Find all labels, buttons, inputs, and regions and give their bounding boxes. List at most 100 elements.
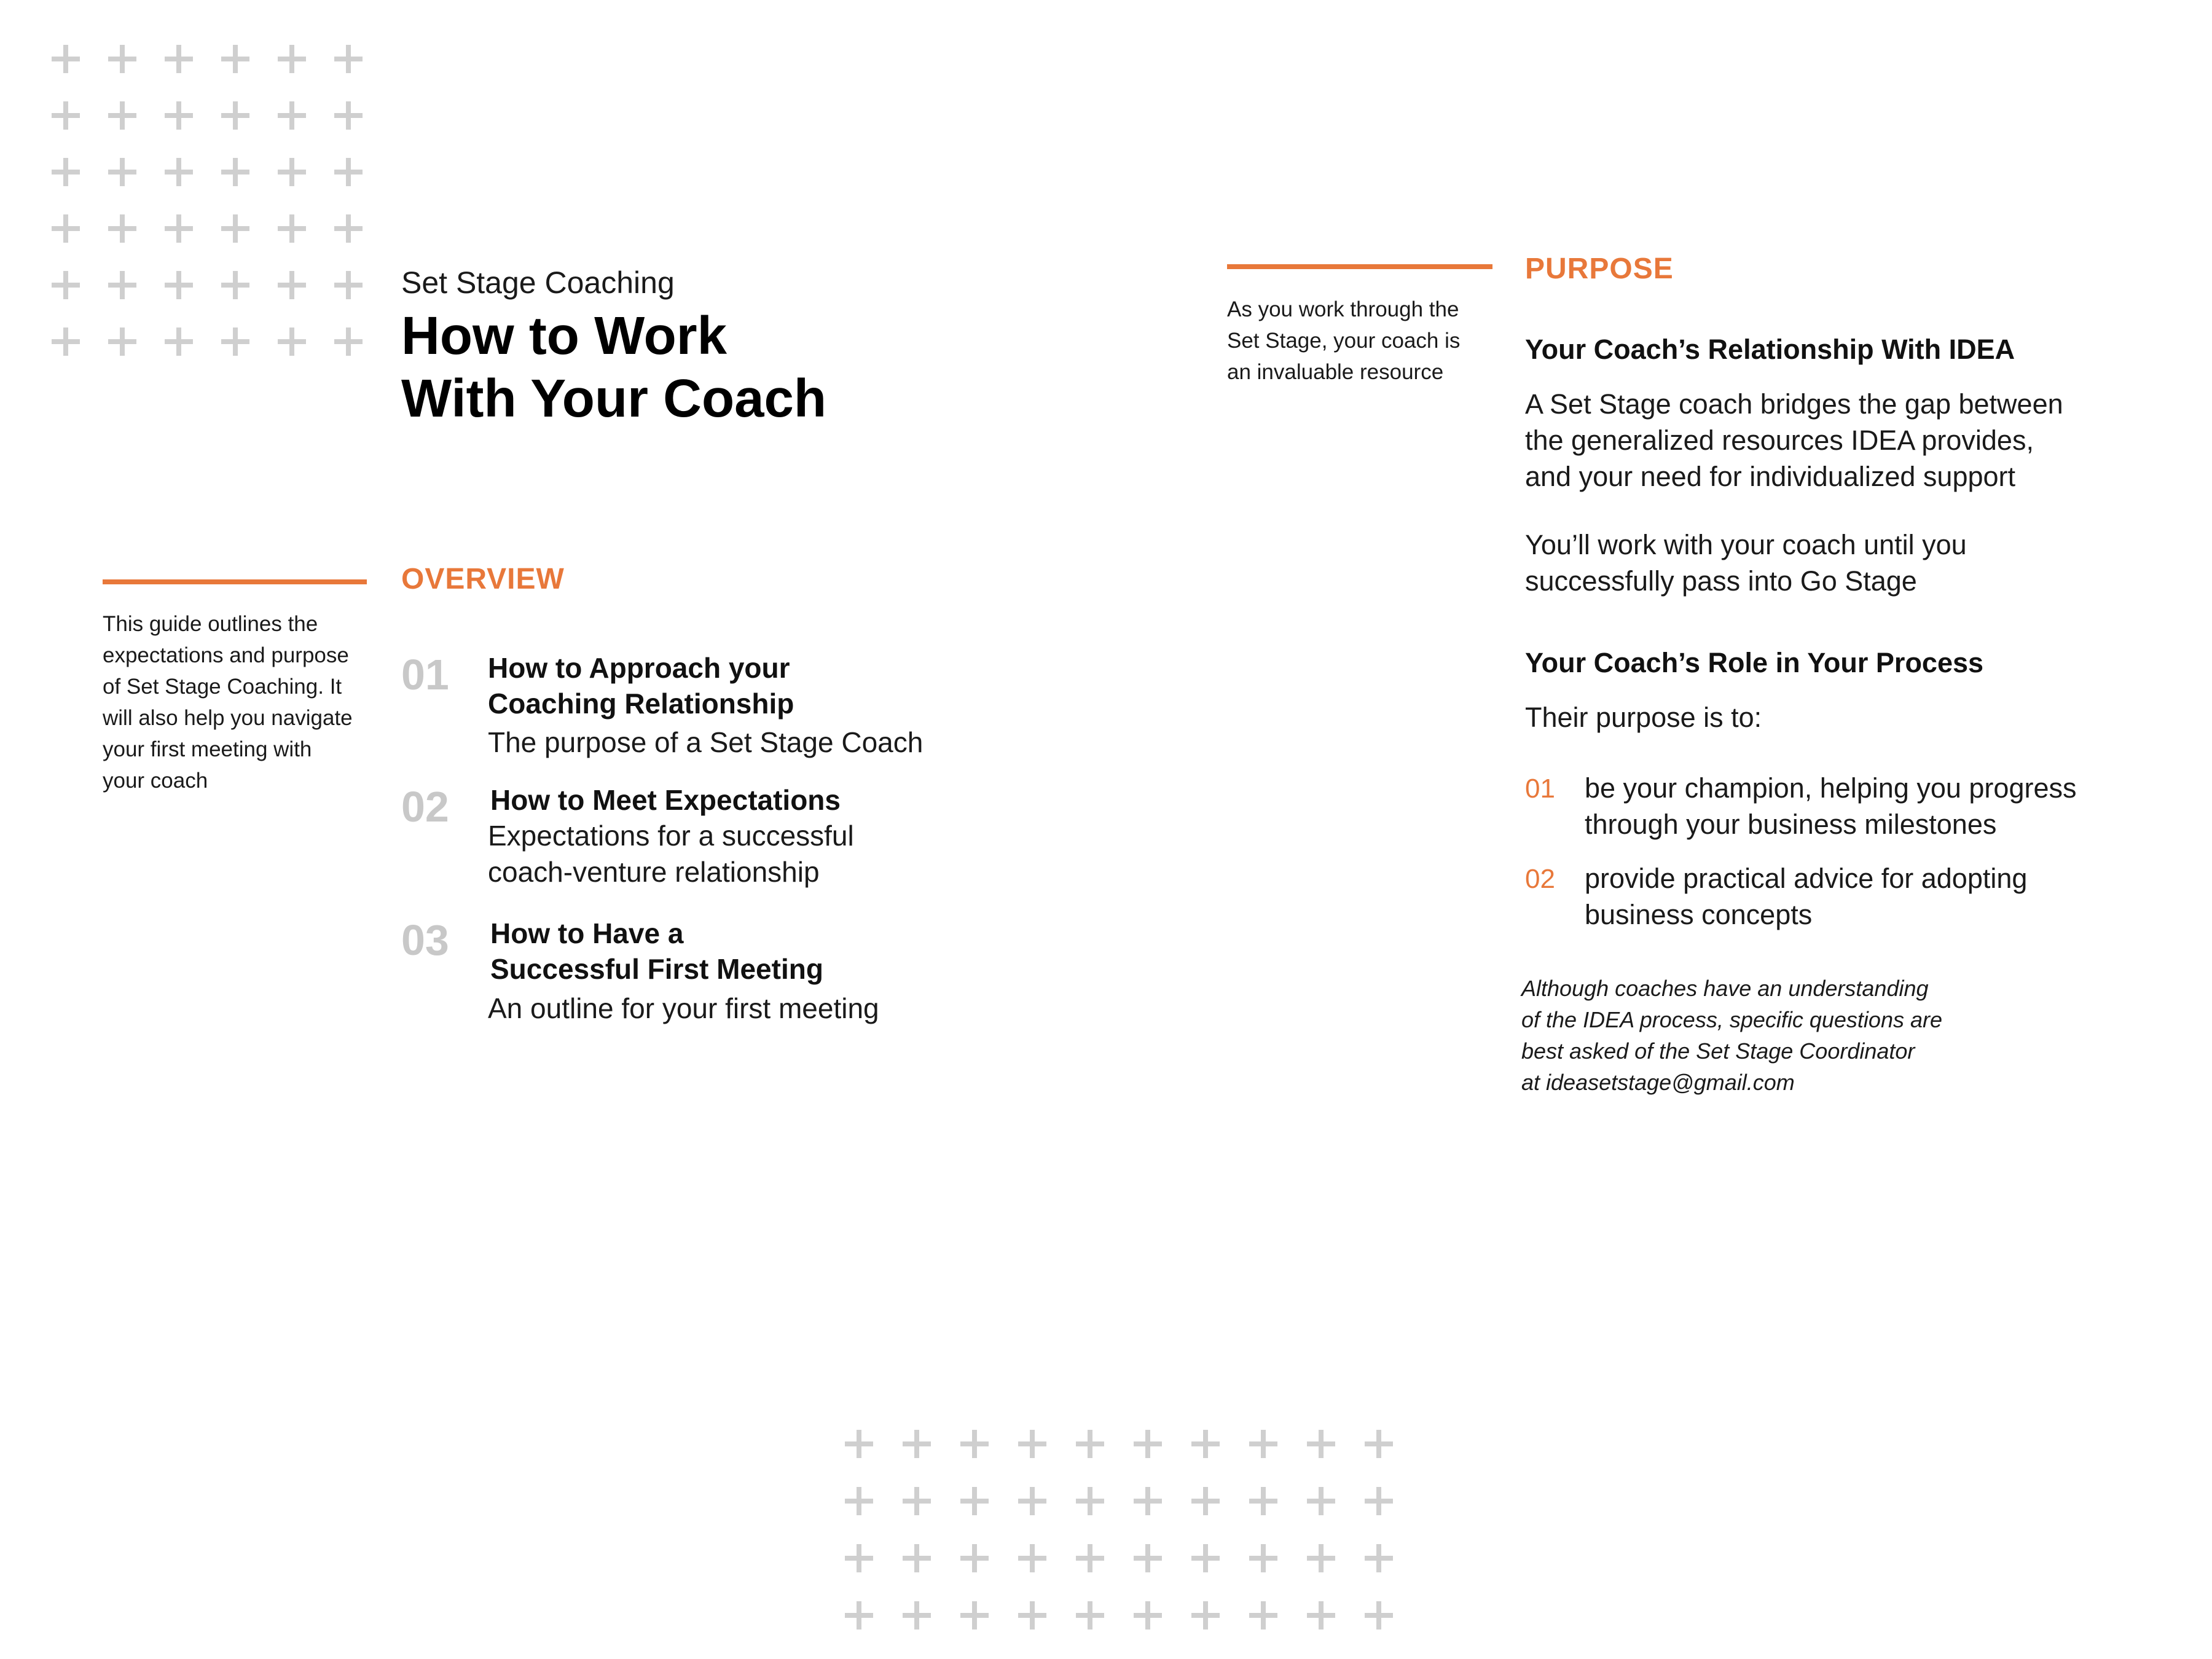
plus-icon [1018, 1430, 1046, 1458]
plus-icon [1307, 1601, 1335, 1630]
plus-icon [1134, 1487, 1162, 1515]
intro-note: This guide outlines the expectations and… [103, 608, 385, 796]
plus-icon [52, 158, 80, 186]
coordinator-note-line: best asked of the Set Stage Coordinator [1521, 1038, 1915, 1064]
plus-icon [1365, 1430, 1393, 1458]
overview-item-number: 03 [401, 916, 449, 964]
plus-icon [1191, 1601, 1220, 1630]
plus-icon [1307, 1487, 1335, 1515]
role-lead: Their purpose is to: [1525, 702, 1762, 733]
overview-heading: OVERVIEW [401, 563, 565, 595]
relationship-paragraph: A Set Stage coach bridges the gap betwee… [1525, 386, 2063, 495]
overview-item-description-line: An outline for your first meeting [488, 992, 879, 1024]
plus-icon [165, 271, 193, 299]
plus-icon [334, 327, 363, 356]
plus-icon [278, 158, 306, 186]
plus-icon [960, 1487, 989, 1515]
overview-item-title-line: How to Approach your [488, 652, 790, 684]
purpose-list-line: through your business milestones [1585, 809, 1997, 840]
plus-icon [108, 158, 136, 186]
overview-item-description-line: The purpose of a Set Stage Coach [488, 726, 924, 758]
plus-icon [52, 327, 80, 356]
plus-icon [278, 271, 306, 299]
purpose-list-number: 02 [1525, 864, 1555, 894]
purpose-note-line: As you work through the [1227, 297, 1459, 321]
page-title-line-1: How to Work [401, 306, 728, 366]
plus-icon [221, 214, 249, 243]
plus-icon [845, 1430, 873, 1458]
plus-icon [108, 214, 136, 243]
plus-icon [1076, 1544, 1104, 1572]
plus-icon [1365, 1544, 1393, 1572]
intro-note-line: will also help you navigate [103, 706, 353, 730]
plus-pattern-top-left [52, 45, 363, 356]
role-subheading: Your Coach’s Role in Your Process [1525, 647, 1984, 678]
plus-pattern-bottom [845, 1430, 1393, 1630]
plus-icon [278, 327, 306, 356]
plus-icon [903, 1430, 931, 1458]
plus-icon [108, 101, 136, 130]
plus-icon [960, 1544, 989, 1572]
plus-icon [1134, 1601, 1162, 1630]
plus-icon [165, 158, 193, 186]
overview-item-title: How to Meet Expectations [490, 782, 841, 818]
plus-icon [960, 1430, 989, 1458]
plus-icon [108, 45, 136, 73]
plus-icon [1018, 1544, 1046, 1572]
overview-item-title: How to Have a Successful First Meeting [490, 916, 823, 987]
overview-item-description: An outline for your first meeting [488, 990, 879, 1027]
intro-note-line: your first meeting with [103, 737, 312, 761]
purpose-note-rule [1227, 264, 1492, 269]
go-stage-paragraph: You’ll work with your coach until you su… [1525, 527, 1967, 599]
overview-item-description: Expectations for a successful coach-vent… [488, 818, 854, 890]
paragraph-line: the generalized resources IDEA provides, [1525, 425, 2034, 456]
plus-icon [221, 271, 249, 299]
purpose-list-line: provide practical advice for adopting [1585, 863, 2028, 894]
paragraph-line: You’ll work with your coach until you [1525, 529, 1967, 560]
plus-icon [278, 101, 306, 130]
plus-icon [1076, 1487, 1104, 1515]
plus-icon [221, 327, 249, 356]
plus-icon [278, 214, 306, 243]
overview-item-title-line: Successful First Meeting [490, 953, 823, 985]
overview-item: 02 How to Meet Expectations Expectations… [401, 782, 967, 905]
overview-item-number: 01 [401, 651, 449, 699]
paragraph-line: and your need for individualized support [1525, 461, 2016, 492]
intro-note-line: your coach [103, 769, 208, 793]
plus-icon [334, 45, 363, 73]
paragraph-line: successfully pass into Go Stage [1525, 565, 1917, 597]
relationship-subheading: Your Coach’s Relationship With IDEA [1525, 334, 2015, 365]
plus-icon [1249, 1544, 1277, 1572]
intro-note-rule [103, 579, 367, 584]
plus-icon [1365, 1601, 1393, 1630]
paragraph-line: A Set Stage coach bridges the gap betwee… [1525, 388, 2063, 420]
plus-icon [165, 327, 193, 356]
plus-icon [278, 45, 306, 73]
plus-icon [1307, 1544, 1335, 1572]
plus-icon [845, 1544, 873, 1572]
plus-icon [334, 158, 363, 186]
plus-icon [903, 1544, 931, 1572]
purpose-list-text: provide practical advice for adopting bu… [1585, 860, 2027, 933]
overview-item-title: How to Approach your Coaching Relationsh… [488, 650, 794, 721]
overview-item: 01 How to Approach your Coaching Relatio… [401, 650, 967, 773]
plus-icon [52, 101, 80, 130]
plus-icon [1018, 1487, 1046, 1515]
plus-icon [108, 271, 136, 299]
overview-item-description-line: coach-venture relationship [488, 856, 820, 888]
plus-icon [52, 45, 80, 73]
plus-icon [334, 214, 363, 243]
plus-icon [1018, 1601, 1046, 1630]
intro-note-line: of Set Stage Coaching. It [103, 675, 342, 699]
coordinator-note: Although coaches have an understanding o… [1521, 973, 2013, 1098]
purpose-note-line: an invaluable resource [1227, 360, 1444, 384]
plus-icon [1134, 1544, 1162, 1572]
coordinator-note-line: at ideasetstage@gmail.com [1521, 1070, 1795, 1095]
purpose-list-text: be your champion, helping you progress t… [1585, 770, 2077, 842]
plus-icon [1191, 1430, 1220, 1458]
purpose-list-line: business concepts [1585, 899, 1813, 930]
overview-item-number: 02 [401, 783, 449, 831]
plus-icon [334, 271, 363, 299]
plus-icon [52, 214, 80, 243]
overview-item-title-line: How to Meet Expectations [490, 784, 841, 816]
